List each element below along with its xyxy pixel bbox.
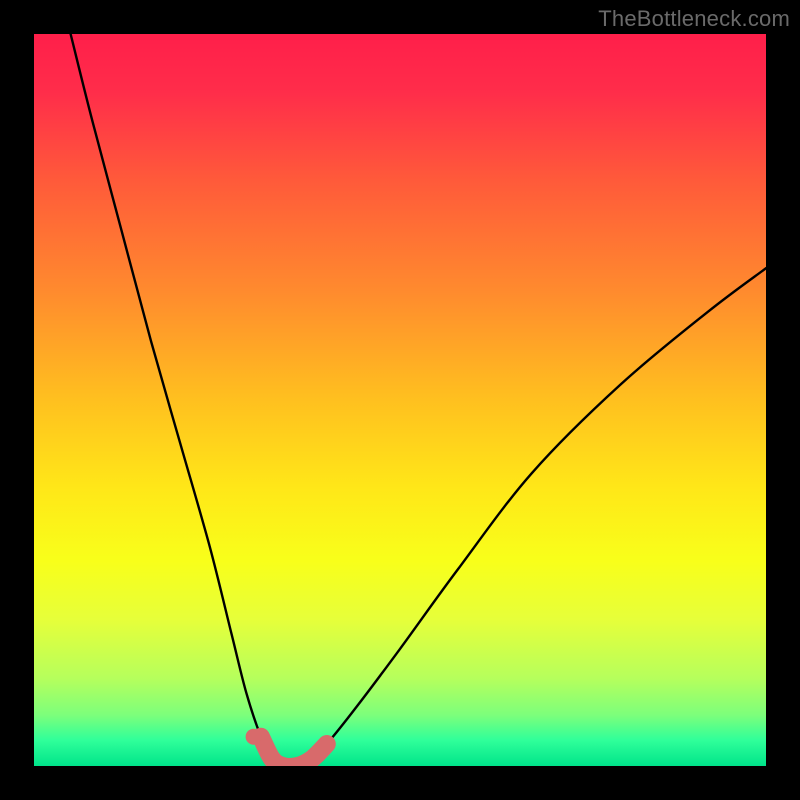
- bottleneck-curve: [71, 34, 766, 766]
- curve-layer: [34, 34, 766, 766]
- chart-frame: TheBottleneck.com: [0, 0, 800, 800]
- trough-dot: [246, 729, 262, 745]
- trough-highlight: [261, 737, 327, 766]
- watermark-text: TheBottleneck.com: [598, 6, 790, 32]
- plot-area: [34, 34, 766, 766]
